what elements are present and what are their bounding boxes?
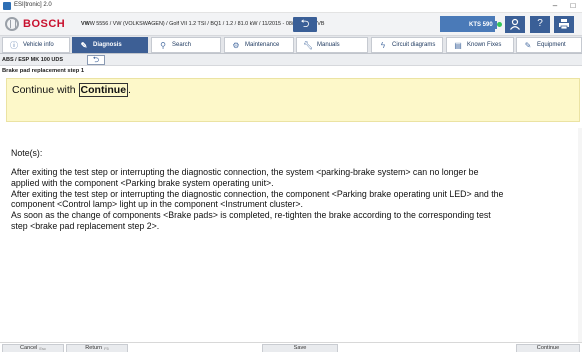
tab-label: Maintenance — [245, 42, 280, 48]
tab-label: Equipment — [537, 42, 566, 48]
device-name: KTS 590 — [465, 21, 497, 29]
main-navigation: ⓘ Vehicle info ✎ Diagnosis ⚲ Search ⚙ Ma… — [0, 36, 582, 54]
help-icon[interactable]: ? — [530, 16, 550, 33]
minimize-button[interactable]: – — [548, 0, 562, 13]
vehicle-brand-code: VW — [81, 21, 90, 27]
breadcrumb-back-button[interactable]: ⮌ — [87, 55, 105, 65]
tab-circuit-diagrams[interactable]: ϟ Circuit diagrams — [371, 37, 443, 53]
tab-label: Diagnosis — [93, 42, 122, 48]
print-icon[interactable] — [554, 16, 574, 33]
breadcrumb: ABS / ESP MK 100 UDS ⮌ — [0, 54, 582, 66]
title-bar: ESI[tronic] 2.0 – □ — [0, 0, 582, 13]
cancel-label: Cancel — [19, 345, 38, 351]
continue-button[interactable]: Continue — [516, 344, 580, 352]
vehicle-info: VWW 5556 / VW (VOLKSWAGEN) / Golf VII 1.… — [81, 21, 324, 27]
note-line: component <Control lamp> light up in the… — [11, 199, 303, 210]
back-arrow-icon: ⮌ — [300, 18, 310, 30]
edit-icon: ✎ — [524, 41, 532, 50]
vertical-scrollbar[interactable] — [578, 128, 582, 344]
note-line: After exiting the test step or interrupt… — [11, 167, 479, 177]
instruction-text: Continue with Continue. — [12, 83, 131, 97]
brand-name: BOSCH — [23, 18, 66, 30]
lightning-icon: ϟ — [380, 41, 386, 50]
cancel-button[interactable]: Cancel Esc — [2, 344, 64, 352]
instruction-suffix: . — [128, 84, 131, 96]
app-header: BOSCH VWW 5556 / VW (VOLKSWAGEN) / Golf … — [0, 13, 582, 36]
tab-label: Circuit diagrams — [392, 42, 436, 48]
app-icon — [3, 2, 11, 10]
tab-label: Manuals — [317, 42, 340, 48]
footer-bar: Cancel Esc Return F5 Save Continue — [0, 342, 582, 352]
note-line: After exiting the test step or interrupt… — [11, 188, 504, 199]
tab-manuals[interactable]: 🔧︎ Manuals — [296, 37, 368, 53]
continue-label: Continue — [536, 345, 560, 351]
save-button[interactable]: Save — [262, 344, 338, 352]
tab-search[interactable]: ⚲ Search — [151, 37, 221, 53]
note-line: step <brake pad replacement step 2>. — [11, 220, 160, 231]
bosch-logo-icon — [5, 17, 19, 31]
breadcrumb-path: ABS / ESP MK 100 UDS — [2, 57, 64, 63]
tab-diagnosis[interactable]: ✎ Diagnosis — [72, 37, 148, 53]
header-back-button[interactable]: ⮌ — [293, 17, 317, 32]
note-line: As soon as the change of components <Bra… — [11, 210, 491, 221]
tab-label: Search — [172, 42, 192, 48]
device-status-icon — [497, 22, 502, 27]
stethoscope-icon: ✎ — [80, 41, 88, 50]
tab-equipment[interactable]: ✎ Equipment — [516, 37, 582, 53]
back-arrow-icon: ⮌ — [92, 55, 100, 64]
vehicle-description: W 5556 / VW (VOLKSWAGEN) / Golf VII 1.2 … — [89, 21, 325, 27]
tab-label: Known Fixes — [467, 42, 502, 48]
save-label: Save — [293, 345, 307, 351]
tab-vehicle-info[interactable]: ⓘ Vehicle info — [2, 37, 70, 53]
return-shortcut: F5 — [104, 346, 109, 351]
tab-known-fixes[interactable]: ▤ Known Fixes — [446, 37, 514, 53]
instruction-panel: Continue with Continue. — [6, 78, 580, 122]
application-window: ESI[tronic] 2.0 – □ BOSCH VWW 5556 / VW … — [0, 0, 582, 352]
instruction-prefix: Continue with — [12, 84, 79, 96]
notes-label: Note(s): — [11, 148, 43, 158]
info-icon: ⓘ — [10, 41, 18, 50]
wrench-icon: 🔧︎ — [303, 41, 314, 50]
tab-label: Vehicle info — [23, 42, 54, 48]
continue-link[interactable]: Continue — [78, 83, 129, 97]
cancel-shortcut: Esc — [39, 346, 47, 351]
tab-maintenance[interactable]: ⚙ Maintenance — [224, 37, 294, 53]
maximize-button[interactable]: □ — [566, 0, 580, 13]
search-icon: ⚲ — [160, 41, 166, 50]
window-title: ESI[tronic] 2.0 — [14, 2, 52, 8]
note-line: applied with the component <Parking brak… — [11, 177, 274, 188]
return-button[interactable]: Return F5 — [66, 344, 128, 352]
gears-icon: ⚙ — [232, 41, 240, 50]
notes-body: After exiting the test step or interrupt… — [11, 167, 581, 232]
step-title: Brake pad replacement step 1 — [2, 68, 85, 74]
person-icon[interactable] — [505, 16, 525, 33]
book-icon: ▤ — [454, 41, 462, 50]
return-label: Return — [85, 345, 103, 351]
